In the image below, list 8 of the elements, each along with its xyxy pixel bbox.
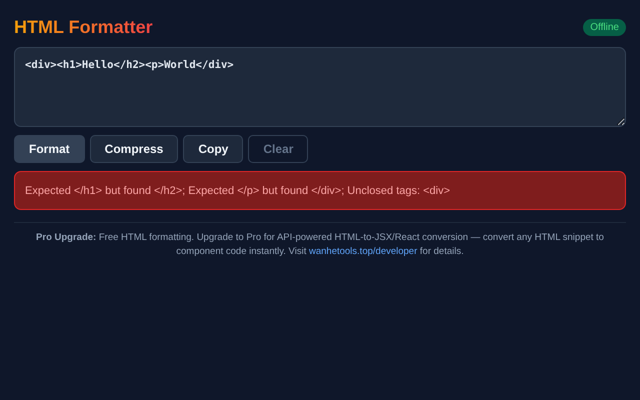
action-button[interactable]: Copy: [183, 135, 244, 163]
format-button[interactable]: Format: [14, 135, 85, 163]
developer-link[interactable]: wanhetools.top/developer: [308, 246, 418, 257]
status-badge: Offline: [583, 18, 626, 36]
upgrade-note: Pro Upgrade: Free HTML formatting. Upgrade to Pro for API-powered HTML-to-JSX/React conversion — convert any HTML snippet to component code instantly. Visit wanhetools.top/developer for details.: [35, 231, 605, 259]
action-button[interactable]: Compress: [90, 135, 178, 163]
html-input-field[interactable]: <div><h1>Hello</h2><p>World</div>: [14, 47, 626, 127]
error-message: Expected </h1> but found </h2>; Expected </p> but found </div>; Unclosed tags: <div>: [14, 171, 626, 210]
